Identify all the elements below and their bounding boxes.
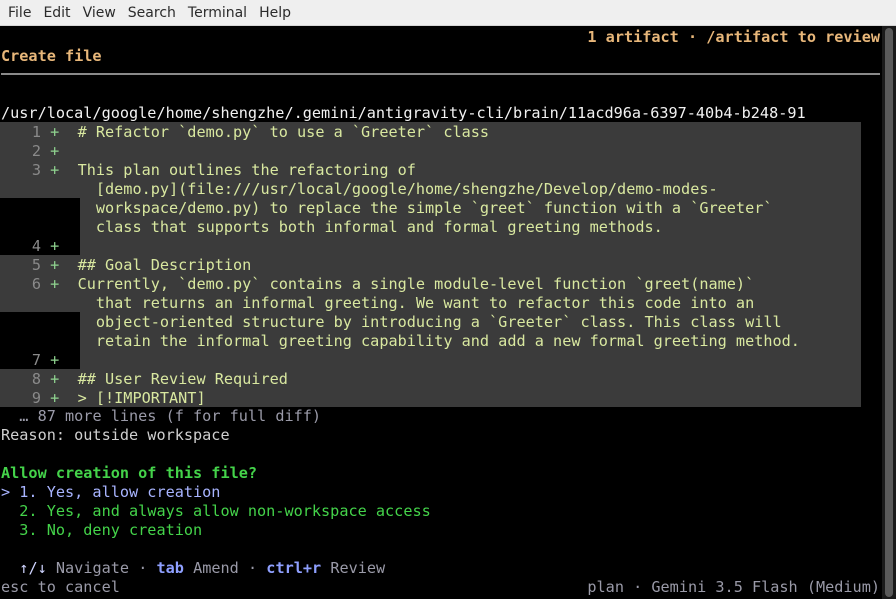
- line-number: 9: [31, 389, 41, 407]
- line-number: 2: [31, 142, 41, 160]
- diff-line: 1 + # Refactor `demo.py` to use a `Greet…: [1, 123, 489, 142]
- diff-text: ## Goal Description: [77, 256, 252, 274]
- added-marker: [41, 199, 78, 217]
- added-marker: +: [41, 370, 78, 388]
- scrollbar-thumb[interactable]: [885, 28, 893, 597]
- diff-text: # Refactor `demo.py` to use a `Greeter` …: [77, 123, 490, 141]
- line-number: 8: [31, 370, 41, 388]
- cancel-hint: esc to cancel: [1, 578, 120, 596]
- diff-text: object-oriented structure by introducing…: [77, 313, 782, 331]
- added-marker: [41, 332, 78, 350]
- line-number: 3: [31, 161, 41, 179]
- diff-text: retain the informal greeting capability …: [77, 332, 800, 350]
- menu-edit[interactable]: Edit: [37, 5, 76, 21]
- diff-line: retain the informal greeting capability …: [1, 332, 800, 351]
- menu-view[interactable]: View: [77, 5, 122, 21]
- ctrl-r-key: ctrl+r: [266, 559, 322, 577]
- diff-line: 3 + This plan outlines the refactoring o…: [1, 161, 416, 180]
- menu-bar: File Edit View Search Terminal Help: [0, 0, 896, 26]
- added-marker: +: [41, 351, 78, 369]
- added-marker: +: [41, 256, 78, 274]
- diff-line: 8 + ## User Review Required: [1, 370, 288, 389]
- line-number: 7: [31, 351, 41, 369]
- scrollbar[interactable]: [882, 26, 896, 599]
- mode-status: plan · Gemini 3.5 Flash (Medium): [587, 578, 880, 596]
- diff-line: 4 +: [1, 237, 78, 256]
- menu-help[interactable]: Help: [253, 5, 297, 21]
- added-marker: +: [41, 123, 78, 141]
- added-marker: +: [41, 237, 78, 255]
- added-marker: [41, 180, 78, 198]
- line-number: 4: [31, 237, 41, 255]
- added-marker: +: [41, 161, 78, 179]
- option-always-allow[interactable]: 2. Yes, and always allow non-workspace a…: [1, 502, 430, 521]
- diff-text: This plan outlines the refactoring of: [77, 161, 416, 179]
- option-deny[interactable]: 3. No, deny creation: [1, 521, 202, 540]
- navigate-key: ↑/↓: [19, 559, 47, 577]
- diff-text: class that supports both informal and fo…: [77, 218, 663, 236]
- diff-line: 6 + Currently, `demo.py` contains a sing…: [1, 275, 754, 294]
- diff-line: [demo.py](file:///usr/local/google/home/…: [1, 180, 718, 199]
- tab-key: tab: [156, 559, 184, 577]
- more-lines-hint: … 87 more lines (f for full diff): [19, 407, 322, 425]
- divider: [1, 73, 880, 75]
- diff-line: that returns an informal greeting. We wa…: [1, 294, 754, 313]
- diff-text: [demo.py](file:///usr/local/google/home/…: [77, 180, 718, 198]
- diff-line: 9 + > [!IMPORTANT]: [1, 389, 206, 408]
- added-marker: +: [41, 275, 78, 293]
- added-marker: +: [41, 389, 78, 407]
- dialog-title: Create file: [1, 47, 102, 65]
- keyboard-hints: ↑/↓ Navigate · tab Amend · ctrl+r Review: [19, 559, 386, 577]
- diff-line: 5 + ## Goal Description: [1, 256, 251, 275]
- diff-text: ## User Review Required: [77, 370, 288, 388]
- artifact-status: 1 artifact · /artifact to review: [587, 28, 880, 46]
- menu-file[interactable]: File: [2, 5, 37, 21]
- diff-line: class that supports both informal and fo…: [1, 218, 663, 237]
- option-allow[interactable]: > 1. Yes, allow creation: [1, 483, 220, 502]
- permission-question: Allow creation of this file?: [1, 464, 258, 482]
- line-number: 1: [31, 123, 41, 141]
- diff-line: object-oriented structure by introducing…: [1, 313, 782, 332]
- diff-text: that returns an informal greeting. We wa…: [77, 294, 755, 312]
- diff-text: > [!IMPORTANT]: [77, 389, 206, 407]
- reason-text: Reason: outside workspace: [1, 426, 230, 444]
- line-number: 6: [31, 275, 41, 293]
- diff-line: workspace/demo.py) to replace the simple…: [1, 199, 773, 218]
- added-marker: [41, 218, 78, 236]
- added-marker: [41, 313, 78, 331]
- added-marker: +: [41, 142, 78, 160]
- menu-terminal[interactable]: Terminal: [182, 5, 253, 21]
- diff-line: 7 +: [1, 351, 78, 370]
- menu-search[interactable]: Search: [122, 5, 182, 21]
- diff-text: workspace/demo.py) to replace the simple…: [77, 199, 773, 217]
- diff-text: Currently, `demo.py` contains a single m…: [77, 275, 755, 293]
- added-marker: [41, 294, 78, 312]
- file-path: /usr/local/google/home/shengzhe/.gemini/…: [1, 104, 806, 122]
- line-number: 5: [31, 256, 41, 274]
- terminal-area[interactable]: 1 artifact · /artifact to review Create …: [0, 26, 896, 599]
- diff-line: 2 +: [1, 142, 78, 161]
